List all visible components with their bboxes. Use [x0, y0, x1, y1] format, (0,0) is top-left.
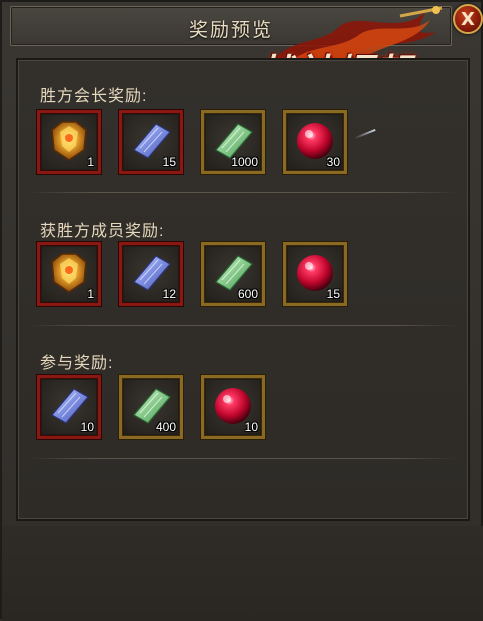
item-quantity: 10: [244, 420, 258, 434]
reward-slot[interactable]: 10: [201, 375, 265, 439]
item-quantity: 400: [155, 420, 176, 434]
reward-slot[interactable]: 30: [283, 110, 347, 174]
reward-slot[interactable]: 1: [37, 242, 101, 306]
reward-slot[interactable]: 1: [37, 110, 101, 174]
reward-slot[interactable]: 10: [37, 375, 101, 439]
reward-slot[interactable]: 600: [201, 242, 265, 306]
reward-slot[interactable]: 1000: [201, 110, 265, 174]
item-quantity: 12: [162, 287, 176, 301]
close-icon: X: [461, 8, 475, 30]
section-title-leader: 胜方会长奖励:: [40, 88, 148, 105]
dialog-title: 奖励预览: [188, 20, 273, 41]
close-button[interactable]: X: [453, 4, 483, 34]
title-bar: 奖励预览: [10, 6, 452, 46]
item-quantity: 15: [326, 287, 340, 301]
item-quantity: 1000: [231, 155, 258, 169]
section-divider: [28, 192, 458, 193]
item-quantity: 1: [87, 155, 94, 169]
dialog-footer-area: [2, 526, 483, 621]
section-title-winners: 获胜方成员奖励:: [40, 223, 165, 240]
section-divider: [28, 325, 458, 326]
item-quantity: 30: [326, 155, 340, 169]
item-quantity: 10: [80, 420, 94, 434]
reward-slot[interactable]: 15: [119, 110, 183, 174]
item-quantity: 15: [162, 155, 176, 169]
item-quantity: 600: [237, 287, 258, 301]
reward-slot[interactable]: 15: [283, 242, 347, 306]
section-title-participation: 参与奖励:: [40, 355, 114, 372]
item-quantity: 1: [87, 287, 94, 301]
reward-slot[interactable]: 12: [119, 242, 183, 306]
section-divider: [28, 458, 458, 459]
reward-slot[interactable]: 400: [119, 375, 183, 439]
reward-preview-dialog: 奖励预览 战神崛起 X 胜方会长奖励: 1 15: [0, 0, 483, 621]
